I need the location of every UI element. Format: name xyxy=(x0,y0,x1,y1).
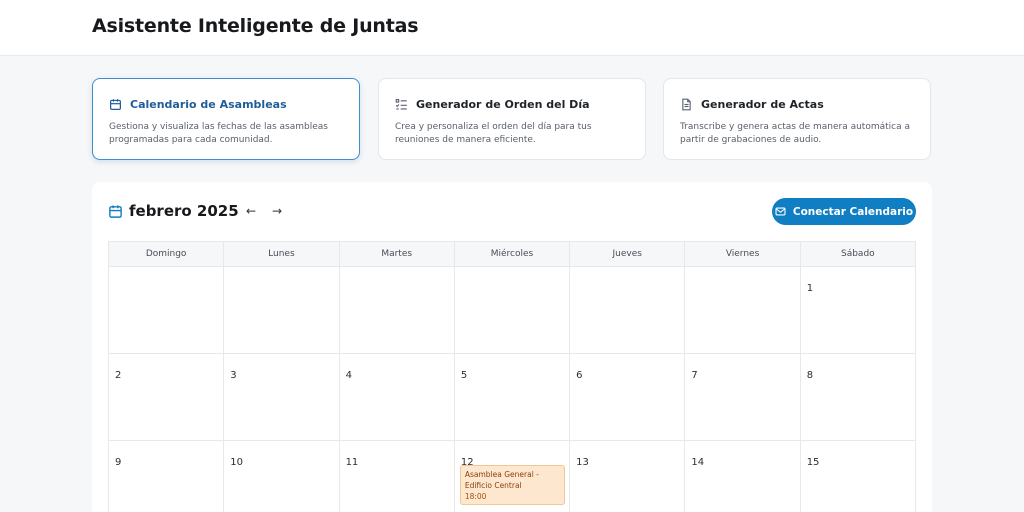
day-cell[interactable] xyxy=(570,267,686,354)
day-cell[interactable]: 2 xyxy=(109,354,225,441)
calendar-header: febrero 2025 ← → Conectar Calendario xyxy=(108,198,916,226)
day-cell[interactable]: 12 Asamblea General - Edificio Central 1… xyxy=(455,441,571,512)
connect-calendar-label: Conectar Calendario xyxy=(792,205,914,218)
day-cell[interactable] xyxy=(339,267,455,354)
next-month-button[interactable]: → xyxy=(269,203,285,219)
week-row: 2 3 4 5 6 7 8 xyxy=(109,354,916,441)
weekday-label: Martes xyxy=(339,242,455,267)
day-cell[interactable]: 5 xyxy=(454,354,571,441)
calendar-grid: Domingo Lunes Martes Miércoles Jueves Vi… xyxy=(108,241,916,512)
card-description: Transcribe y genera actas de manera auto… xyxy=(680,122,910,145)
day-cell[interactable]: 11 xyxy=(340,441,455,512)
day-cell[interactable]: 7 xyxy=(685,354,801,441)
day-number: 7 xyxy=(691,370,698,381)
weekday-label: Lunes xyxy=(224,242,340,267)
event-asamblea-general[interactable]: Asamblea General - Edificio Central 18:0… xyxy=(459,465,565,505)
day-number: 9 xyxy=(115,457,122,468)
day-cell[interactable]: 3 xyxy=(224,354,340,441)
day-cell[interactable]: 10 xyxy=(224,441,340,512)
day-number: 3 xyxy=(230,370,237,381)
weekday-label: Viernes xyxy=(685,242,801,267)
day-cell[interactable]: 1 xyxy=(800,267,916,354)
day-cell[interactable]: 8 xyxy=(800,354,916,441)
day-cell[interactable]: 13 xyxy=(570,441,686,512)
week-row: 1 xyxy=(109,267,916,354)
day-number: 11 xyxy=(345,457,359,468)
day-cell[interactable] xyxy=(454,267,571,354)
card-description: Gestiona y visualiza las fechas de las a… xyxy=(109,122,328,145)
card-orden-del-dia[interactable]: Generador de Orden del Día Crea y person… xyxy=(378,78,646,160)
month-label: febrero 2025 xyxy=(129,202,239,220)
day-cell[interactable] xyxy=(685,267,801,354)
day-number: 4 xyxy=(345,370,352,381)
day-number: 13 xyxy=(576,457,589,468)
day-number: 1 xyxy=(806,283,814,294)
week-row: 9 10 11 12 Asamblea General - Edificio C… xyxy=(109,441,916,512)
card-title: Generador de Orden del Día xyxy=(416,97,590,111)
day-number: 8 xyxy=(806,370,814,381)
card-title: Generador de Actas xyxy=(701,97,824,111)
day-cell[interactable]: 15 xyxy=(801,441,916,512)
calendar-panel: febrero 2025 ← → Conectar Calendario Dom… xyxy=(92,182,932,512)
weekday-label: Jueves xyxy=(570,242,686,267)
day-number: 2 xyxy=(115,370,122,381)
checklist-icon xyxy=(395,98,407,110)
day-cell[interactable]: 4 xyxy=(339,354,455,441)
day-cell[interactable] xyxy=(224,267,340,354)
prev-month-button[interactable]: ← xyxy=(243,203,259,219)
mail-icon xyxy=(775,207,786,216)
day-number: 15 xyxy=(806,457,820,468)
card-title: Calendario de Asambleas xyxy=(130,97,287,111)
day-cell[interactable]: 14 xyxy=(685,441,801,512)
document-icon xyxy=(682,98,691,110)
card-generador-actas[interactable]: Generador de Actas Transcribe y genera a… xyxy=(663,78,931,160)
day-number: 10 xyxy=(230,457,244,468)
top-bar: Asistente Inteligente de Juntas xyxy=(0,0,1024,56)
day-cell[interactable] xyxy=(109,267,225,354)
weekday-label: Sábado xyxy=(800,242,916,267)
event-title: Asamblea General - Edificio Central xyxy=(464,470,539,490)
app-title: Asistente Inteligente de Juntas xyxy=(92,15,419,37)
day-cell[interactable]: 9 xyxy=(109,441,225,512)
event-time: 18:00 xyxy=(464,492,487,501)
calendar-icon xyxy=(110,98,121,110)
weekday-label: Miércoles xyxy=(454,242,571,267)
day-cell[interactable]: 6 xyxy=(570,354,686,441)
day-number: 14 xyxy=(691,457,705,468)
weekday-label: Domingo xyxy=(109,242,225,267)
day-number: 6 xyxy=(576,370,583,381)
day-number: 5 xyxy=(460,370,468,381)
connect-calendar-button[interactable]: Conectar Calendario xyxy=(772,198,916,225)
card-description: Crea y personaliza el orden del día para… xyxy=(395,122,592,145)
weekday-header-row: Domingo Lunes Martes Miércoles Jueves Vi… xyxy=(109,242,916,267)
card-calendario-asambleas[interactable]: Calendario de Asambleas Gestiona y visua… xyxy=(92,78,360,160)
calendar-icon xyxy=(109,205,122,218)
